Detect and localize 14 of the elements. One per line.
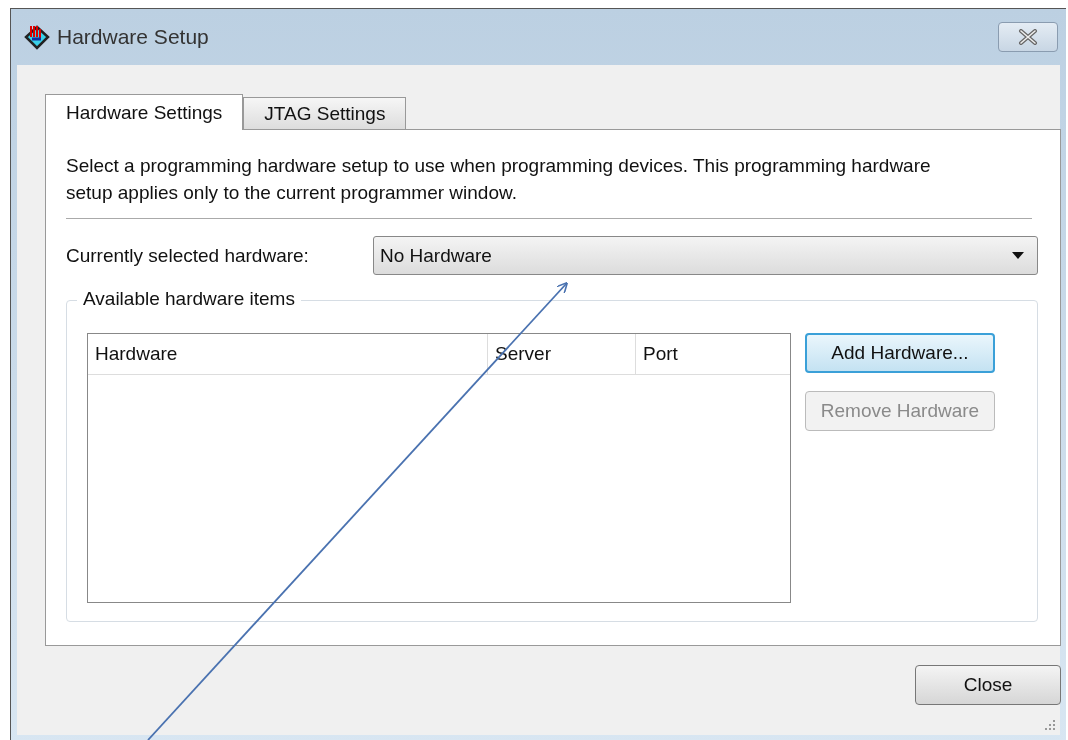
caret-icon [1011, 251, 1025, 260]
column-header[interactable]: Port [636, 334, 790, 374]
description-text: Select a programming hardware setup to use when programming devices. This programming hardware setup applies only to the current programmer window. [66, 154, 932, 205]
tab[interactable]: JTAG Settings [243, 97, 407, 129]
app-icon [23, 23, 51, 51]
hardware-button[interactable]: Add Hardware... [805, 333, 995, 373]
column-header[interactable]: Hardware [88, 334, 488, 374]
close-button[interactable]: Close [915, 665, 1061, 705]
window-title: Hardware Setup [57, 25, 209, 49]
hardware-dropdown[interactable]: No Hardware [373, 236, 1038, 275]
tab[interactable]: Hardware Settings [45, 94, 244, 130]
hardware-label: Currently selected hardware: [66, 244, 310, 267]
close-icon[interactable] [998, 22, 1058, 52]
resize-grip-icon [1042, 717, 1056, 731]
